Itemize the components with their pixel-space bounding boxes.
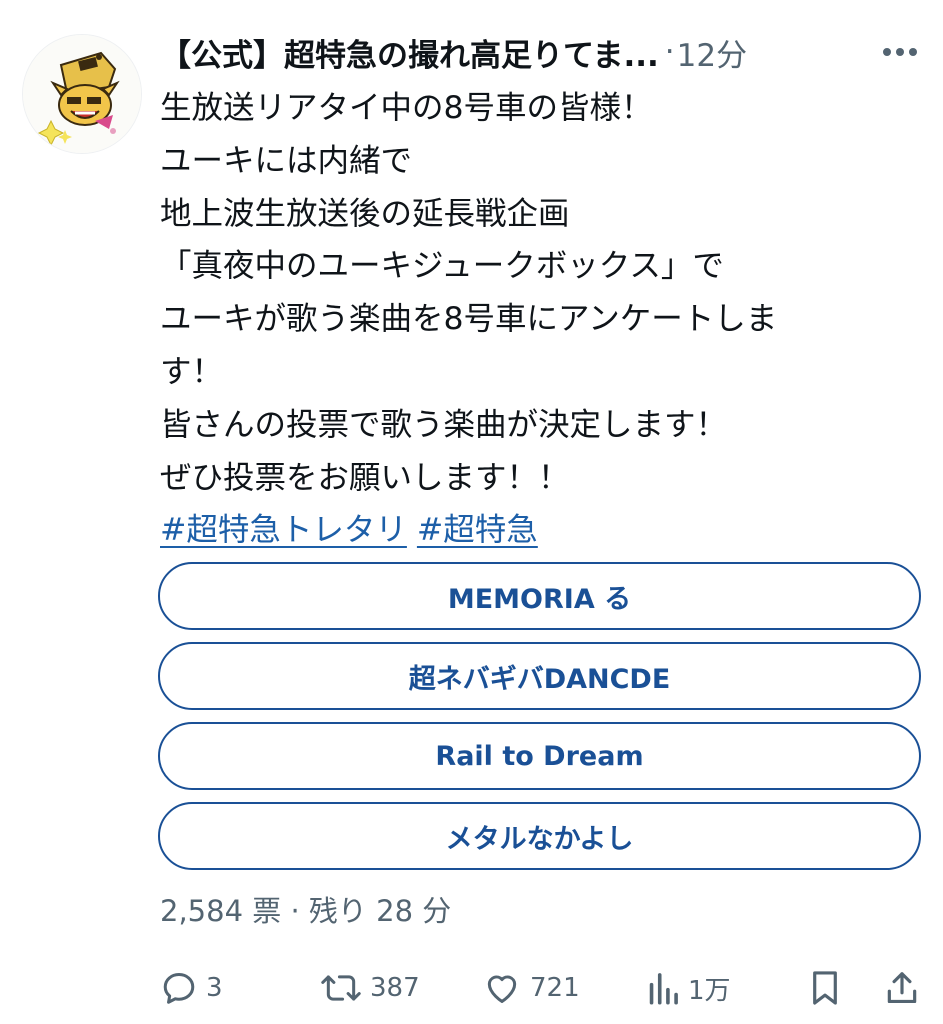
share-button[interactable] — [884, 969, 920, 1007]
poll: MEMORIA る 超ネバギバDANCDE Rail to Dream メタルな… — [158, 562, 921, 882]
views-bar-chart-icon — [649, 973, 678, 1005]
action-bar: 3 387 721 1万 — [160, 962, 920, 1014]
poll-option[interactable]: MEMORIA る — [158, 562, 921, 630]
post-body-line: 生放送リアタイ中の8号車の皆様！ — [160, 90, 653, 126]
reply-count: 3 — [206, 973, 223, 1003]
author-name[interactable]: 【公式】超特急の撮れ高足りてま... — [160, 30, 659, 75]
post-time[interactable]: 12分 — [677, 30, 747, 75]
hashtag-link[interactable]: #超特急トレタリ — [160, 512, 407, 548]
avatar-illustration — [23, 35, 141, 153]
reply-bubble-icon — [163, 973, 195, 1004]
post-body-line: ユーキが歌う楽曲を8号車にアンケートしま — [160, 301, 778, 338]
hashtag-row: #超特急トレタリ #超特急 — [160, 504, 900, 557]
post-body-line: ユーキには内緒で — [160, 142, 413, 179]
poll-option[interactable]: 超ネバギバDANCDE — [158, 642, 921, 710]
retweet-icon — [321, 975, 361, 1001]
retweet-button[interactable]: 387 — [320, 969, 420, 1007]
post-header: 【公式】超特急の撮れ高足りてま... · 12分 — [160, 28, 920, 76]
post-separator: · — [664, 34, 675, 70]
poll-footer: 2,584 票 · 残り 28 分 — [160, 894, 452, 928]
views-count: 1万 — [688, 975, 731, 1006]
share-upload-icon — [887, 972, 917, 1004]
heart-icon — [487, 975, 517, 1003]
like-button[interactable]: 721 — [482, 969, 580, 1007]
poll-option[interactable]: Rail to Dream — [158, 722, 921, 790]
post-body-line: 地上波生放送後の延長戦企画 — [160, 195, 570, 232]
post-body-line: す！ — [160, 353, 224, 390]
views-button[interactable]: 1万 — [646, 970, 731, 1007]
retweet-count: 387 — [370, 973, 420, 1003]
bookmark-icon — [813, 971, 837, 1005]
bookmark-button[interactable] — [808, 969, 842, 1007]
reply-button[interactable]: 3 — [160, 969, 223, 1007]
post-body-line: 皆さんの投票で歌う楽曲が決定します！ — [160, 406, 728, 443]
post-body-line: 「真夜中のユーキジュークボックス」で — [160, 248, 724, 285]
post-body: 生放送リアタイ中の8号車の皆様！ ユーキには内緒で 地上波生放送後の延長戦企画 … — [160, 82, 900, 557]
like-count: 721 — [530, 973, 580, 1003]
more-options-button[interactable] — [880, 36, 920, 68]
hashtag-link[interactable]: #超特急 — [417, 512, 538, 548]
avatar[interactable] — [22, 34, 142, 154]
more-dots-icon — [883, 48, 917, 56]
poll-option[interactable]: メタルなかよし — [158, 802, 921, 870]
post-body-line: ぜひ投票をお願いします！！ — [160, 459, 570, 496]
